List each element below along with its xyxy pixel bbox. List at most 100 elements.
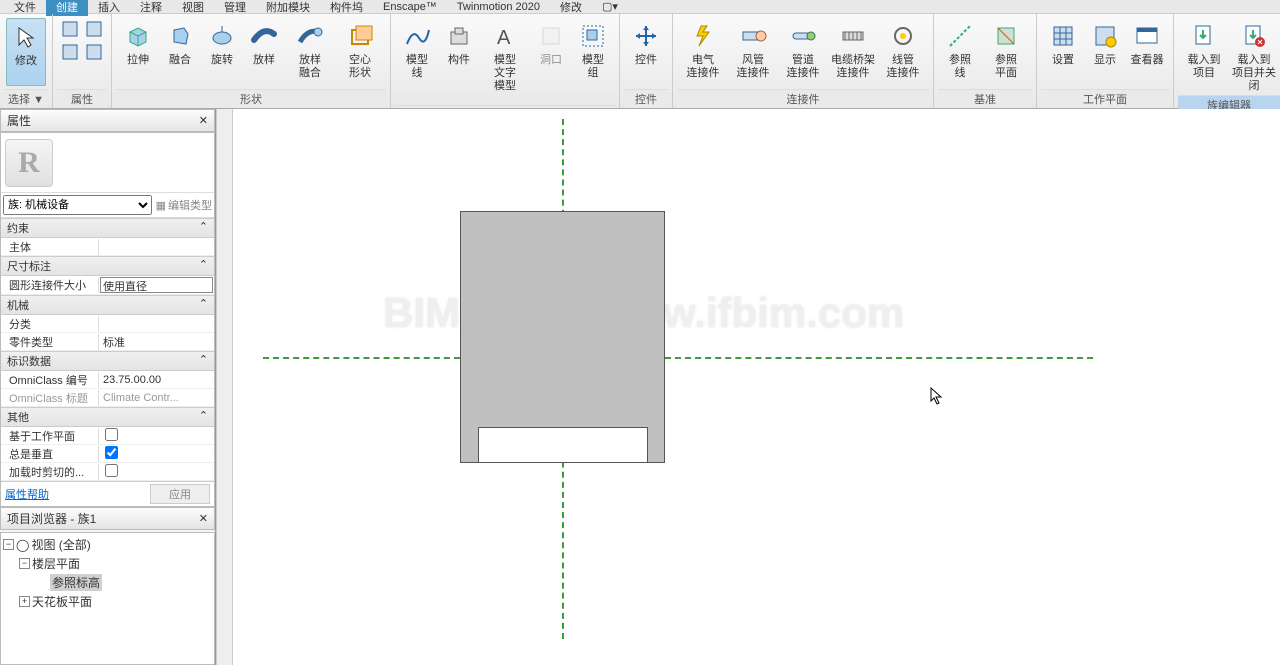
- menu-goujianwu[interactable]: 构件坞: [320, 0, 373, 15]
- tree-item[interactable]: 参照标高: [3, 573, 212, 592]
- drawing-canvas[interactable]: BIM教程网|www.ifbim.com: [216, 109, 1280, 665]
- prop-mini-1-1[interactable]: [83, 41, 105, 63]
- tree-item[interactable]: −楼层平面: [3, 554, 212, 573]
- model-group-button[interactable]: 模型组: [573, 18, 613, 84]
- menu-modify[interactable]: 修改: [550, 0, 592, 15]
- prop-row[interactable]: OmniClass 标题Climate Contr...: [1, 389, 214, 407]
- extrude-button[interactable]: 拉伸: [118, 18, 158, 84]
- prop-value[interactable]: 标准: [99, 334, 214, 350]
- load-proj-button[interactable]: 载入到项目: [1180, 18, 1228, 84]
- prop-value[interactable]: 使用直径: [100, 277, 213, 293]
- prop-mini-0-0[interactable]: [59, 18, 81, 40]
- ribbon-group-4: 控件控件: [620, 14, 673, 108]
- prop-section-header[interactable]: 标识数据⌃: [1, 351, 214, 371]
- properties-header[interactable]: 属性 ✕: [0, 109, 215, 132]
- menu-addins[interactable]: 附加模块: [256, 0, 320, 15]
- prop-row[interactable]: 总是垂直: [1, 445, 214, 463]
- ribbon-group-2: 拉伸融合旋转放样放样融合空心形状形状: [112, 14, 391, 108]
- type-selector[interactable]: 族: 机械设备: [3, 195, 152, 215]
- prop-value[interactable]: [99, 446, 214, 462]
- menu-twinmotion[interactable]: Twinmotion 2020: [447, 1, 550, 13]
- prop-checkbox[interactable]: [105, 428, 118, 441]
- prop-checkbox[interactable]: [105, 446, 118, 459]
- prop-row[interactable]: 主体: [1, 238, 214, 256]
- camera-dropdown-icon[interactable]: ▢▾: [592, 0, 628, 13]
- loadclose-icon: [1238, 20, 1270, 52]
- tree-twisty-icon[interactable]: −: [19, 558, 30, 569]
- prop-value[interactable]: Climate Contr...: [99, 392, 214, 404]
- prop-checkbox[interactable]: [105, 464, 118, 477]
- close-icon[interactable]: ✕: [199, 512, 208, 525]
- collapse-icon[interactable]: ⌃: [199, 258, 208, 274]
- ref-plane-button[interactable]: 参照平面: [982, 18, 1030, 84]
- edit-type-button[interactable]: ▦ 编辑类型: [156, 197, 212, 213]
- sweep-button[interactable]: 放样: [244, 18, 284, 84]
- browser-header[interactable]: 项目浏览器 - 族1 ✕: [0, 507, 215, 530]
- ribbon-group-0: 修改选择 ▼: [0, 14, 53, 108]
- prop-value[interactable]: [99, 464, 214, 480]
- close-icon[interactable]: ✕: [199, 114, 208, 127]
- prop-section-header[interactable]: 约束⌃: [1, 218, 214, 238]
- load-icon: [1188, 20, 1220, 52]
- component-button[interactable]: 构件: [439, 18, 479, 84]
- modify-button[interactable]: 修改: [6, 18, 46, 86]
- canvas-viewport[interactable]: BIM教程网|www.ifbim.com: [233, 109, 1280, 665]
- cable-conn-button[interactable]: 电缆桥架连接件: [829, 18, 877, 84]
- load-close-button[interactable]: 载入到项目并关闭: [1230, 18, 1278, 95]
- tree-item[interactable]: +天花板平面: [3, 592, 212, 611]
- prop-section-header[interactable]: 机械⌃: [1, 295, 214, 315]
- viewer-button[interactable]: 查看器: [1127, 18, 1167, 84]
- model-text-button[interactable]: A模型文字模型: [481, 18, 529, 95]
- prop-section-header[interactable]: 尺寸标注⌃: [1, 256, 214, 276]
- void-button[interactable]: 空心形状: [336, 18, 384, 84]
- properties-help-link[interactable]: 属性帮助: [5, 486, 49, 502]
- prop-mini-0-1[interactable]: [59, 41, 81, 63]
- menu-annotate[interactable]: 注释: [130, 0, 172, 15]
- control-button[interactable]: 控件: [626, 18, 666, 84]
- prop-row[interactable]: OmniClass 编号23.75.00.00: [1, 371, 214, 389]
- collapse-icon[interactable]: ⌃: [199, 297, 208, 313]
- show-button[interactable]: 显示: [1085, 18, 1125, 84]
- rotate-button[interactable]: 旋转: [202, 18, 242, 84]
- ribbon-group-label: [395, 105, 615, 108]
- prop-row[interactable]: 分类: [1, 315, 214, 333]
- opening-button[interactable]: 洞口: [531, 18, 571, 84]
- collapse-icon[interactable]: ⌃: [199, 353, 208, 369]
- collapse-icon[interactable]: ⌃: [199, 220, 208, 236]
- ribbon-group-label: 选择 ▼: [4, 89, 48, 108]
- pipe-conn-button[interactable]: 管道连接件: [779, 18, 827, 84]
- model-line-button[interactable]: 模型线: [397, 18, 437, 84]
- prop-section-header[interactable]: 其他⌃: [1, 407, 214, 427]
- vertical-scrollbar[interactable]: [217, 109, 233, 665]
- menu-view[interactable]: 视图: [172, 0, 214, 15]
- prop-row[interactable]: 圆形连接件大小使用直径: [1, 276, 214, 295]
- prop-mini-1-0[interactable]: [83, 18, 105, 40]
- tree-twisty-icon[interactable]: +: [19, 596, 30, 607]
- ref-plane-horizontal[interactable]: [263, 357, 1093, 359]
- model-geometry-body[interactable]: [460, 211, 665, 463]
- apply-button[interactable]: 应用: [150, 484, 210, 504]
- prop-row[interactable]: 零件类型标准: [1, 333, 214, 351]
- duct-conn-button[interactable]: 风管连接件: [729, 18, 777, 84]
- elec-conn-button[interactable]: 电气连接件: [679, 18, 727, 84]
- model-geometry-cutout[interactable]: [478, 427, 648, 462]
- menu-manage[interactable]: 管理: [214, 0, 256, 15]
- prop-value[interactable]: 23.75.00.00: [99, 374, 214, 386]
- set-button[interactable]: 设置: [1043, 18, 1083, 84]
- menu-file[interactable]: 文件: [4, 0, 46, 15]
- tree-item[interactable]: −◯视图 (全部): [3, 535, 212, 554]
- ref-line-button[interactable]: 参照线: [940, 18, 980, 84]
- tree-node-icon: ◯: [16, 538, 29, 552]
- prop-row[interactable]: 加载时剪切的...: [1, 463, 214, 481]
- tree-twisty-icon[interactable]: −: [3, 539, 14, 550]
- menu-enscape[interactable]: Enscape™: [373, 1, 447, 13]
- wire-conn-button[interactable]: 线管连接件: [879, 18, 927, 84]
- sweep-blend-button[interactable]: 放样融合: [286, 18, 334, 84]
- blend-button[interactable]: 融合: [160, 18, 200, 84]
- collapse-icon[interactable]: ⌃: [199, 409, 208, 425]
- prop-key: 基于工作平面: [1, 428, 99, 444]
- prop-value[interactable]: [99, 428, 214, 444]
- menu-insert[interactable]: 插入: [88, 0, 130, 15]
- svg-text:A: A: [497, 27, 511, 49]
- prop-row[interactable]: 基于工作平面: [1, 427, 214, 445]
